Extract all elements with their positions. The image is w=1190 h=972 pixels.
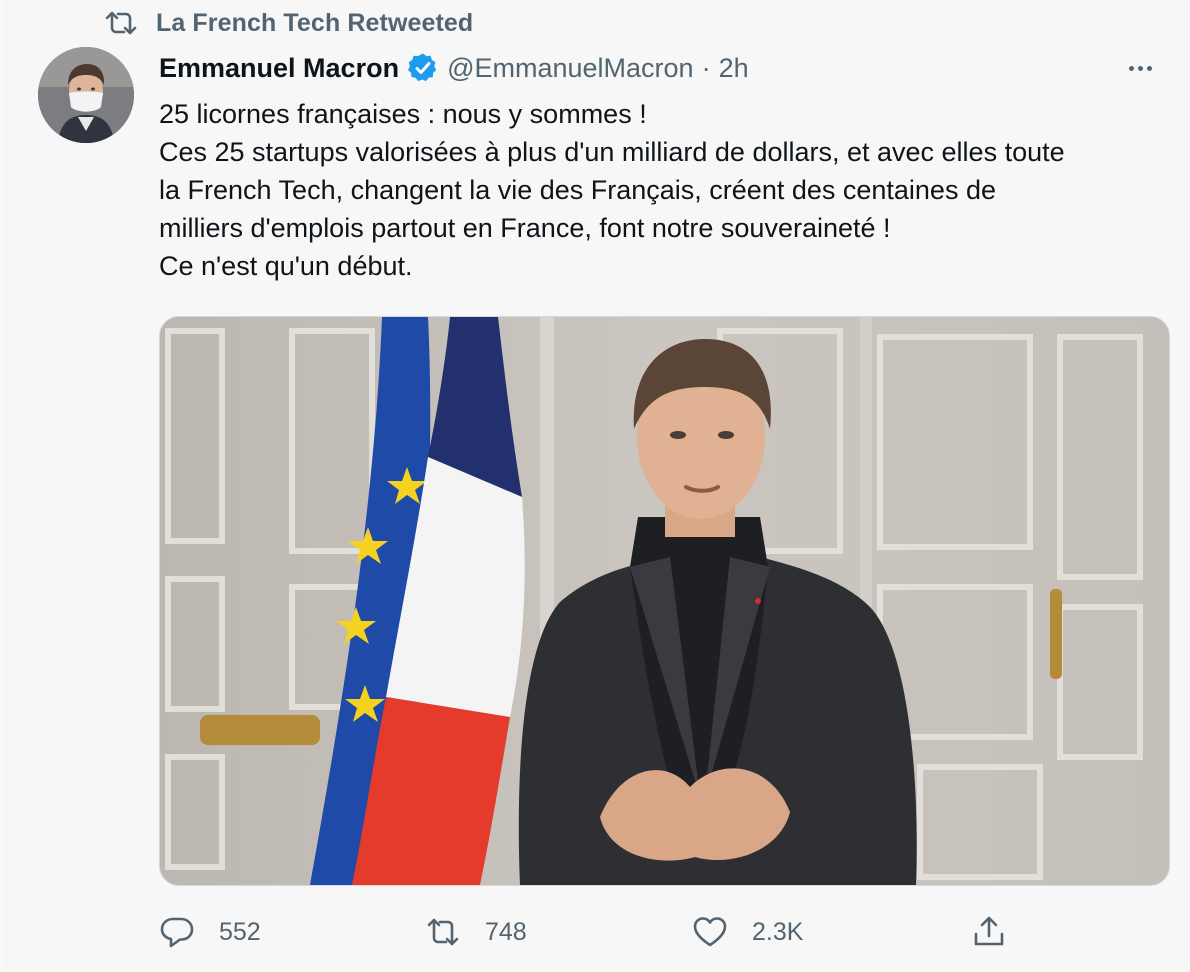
avatar-image xyxy=(38,47,134,143)
social-context[interactable]: La French Tech Retweeted xyxy=(104,8,473,38)
more-horizontal-icon[interactable] xyxy=(1120,50,1160,86)
tweet-text-line: Ces 25 startups valorisées à plus d'un m… xyxy=(159,137,1065,167)
author-display-name[interactable]: Emmanuel Macron xyxy=(159,53,399,84)
like-button[interactable]: 2.3K xyxy=(692,908,803,956)
reply-button[interactable]: 552 xyxy=(159,908,261,956)
share-icon xyxy=(974,916,1004,946)
heart-icon xyxy=(693,917,727,947)
retweet-icon xyxy=(105,11,137,35)
retweet-count: 748 xyxy=(485,917,527,946)
tweet-text-line: la French Tech, changent la vie des Fran… xyxy=(159,175,996,205)
tweet-text-line: milliers d'emplois partout en France, fo… xyxy=(159,213,891,243)
tweet-header: Emmanuel Macron @EmmanuelMacron · 2h xyxy=(159,48,1160,88)
tweet-text-line: Ce n'est qu'un début. xyxy=(159,251,413,281)
reply-icon xyxy=(160,917,194,948)
retweet-icon xyxy=(427,918,459,946)
video-thumbnail xyxy=(160,317,1169,885)
separator-dot: · xyxy=(701,52,711,83)
tweet-actions: 552 748 2.3K xyxy=(159,908,1019,956)
share-button[interactable] xyxy=(971,908,1007,956)
verified-badge-icon xyxy=(408,53,437,82)
retweeted-by-label: La French Tech Retweeted xyxy=(156,8,474,37)
avatar[interactable] xyxy=(38,47,134,143)
reply-count: 552 xyxy=(219,917,261,946)
tweet-media-video[interactable] xyxy=(159,316,1170,886)
timeline-border xyxy=(6,0,7,972)
author-handle[interactable]: @EmmanuelMacron xyxy=(447,53,694,84)
tweet-timestamp[interactable]: 2h xyxy=(719,53,749,84)
tweet-text: 25 licornes françaises : nous y sommes !… xyxy=(159,95,1169,285)
like-count: 2.3K xyxy=(752,917,804,946)
retweet-button[interactable]: 748 xyxy=(425,908,527,956)
tweet-text-line: 25 licornes françaises : nous y sommes ! xyxy=(159,99,647,129)
